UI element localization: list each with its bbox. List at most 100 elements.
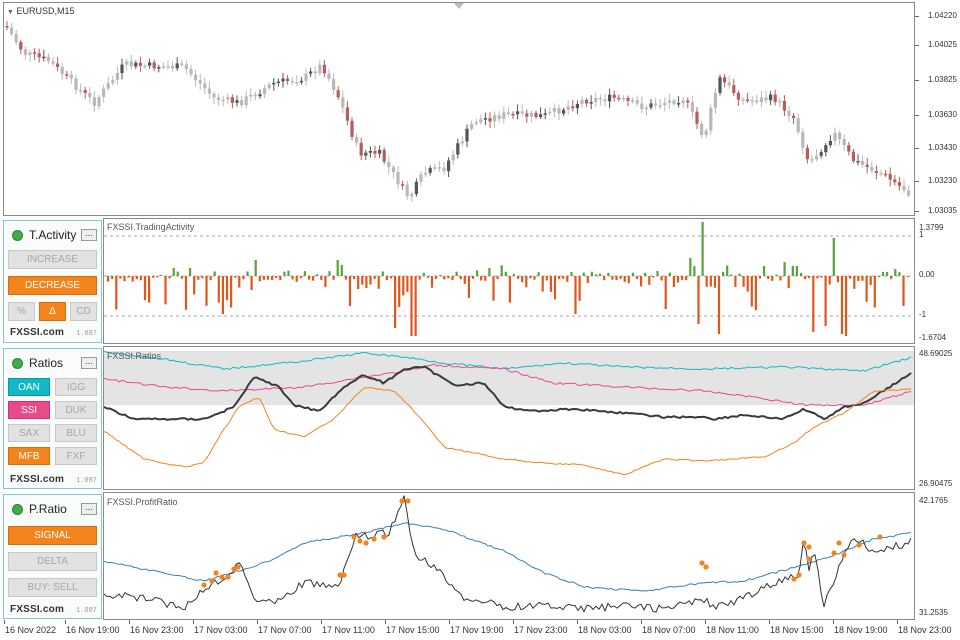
candle: [161, 62, 165, 70]
candle: [65, 71, 69, 79]
candle: [897, 176, 901, 191]
candle: [327, 68, 331, 82]
candle: [497, 111, 501, 123]
activity-bar: [435, 276, 438, 279]
ratios-lines: [104, 350, 914, 476]
activity-bar: [381, 271, 384, 276]
broker-button-igg[interactable]: IGG: [55, 378, 97, 396]
candle: [37, 48, 41, 63]
activity-bar: [549, 276, 552, 292]
time-tick: [833, 620, 834, 624]
scroll-marker-icon[interactable]: [454, 3, 464, 9]
time-tick: [193, 620, 194, 624]
activity-tick-label: -1: [919, 310, 927, 319]
broker-button-sax[interactable]: SAX: [8, 424, 50, 442]
broker-button-fxf[interactable]: FXF: [55, 447, 97, 465]
activity-bar: [312, 276, 315, 281]
time-tick-label: 18 Nov 15:00: [770, 625, 824, 635]
broker-button-mfb[interactable]: MFB: [8, 447, 50, 465]
decrease-button[interactable]: DECREASE: [8, 276, 97, 295]
candle: [451, 150, 455, 165]
broker-button-duk[interactable]: DUK: [55, 401, 97, 419]
activity-bar: [254, 260, 257, 276]
candle: [736, 90, 740, 106]
candle: [332, 73, 336, 95]
minimize-button[interactable]: ...: [81, 503, 97, 515]
activity-bar: [906, 276, 909, 278]
activity-bar: [709, 276, 712, 287]
activity-bar: [127, 276, 130, 278]
ratios-band: [104, 351, 914, 405]
signal-button[interactable]: SIGNAL: [8, 526, 97, 545]
percent-button[interactable]: %: [8, 302, 35, 321]
activity-bar: [644, 272, 647, 276]
activity-bar: [726, 265, 729, 276]
candle: [120, 58, 124, 80]
activity-bar: [664, 276, 667, 309]
signal-dot: [213, 570, 219, 576]
ratios-chart[interactable]: FXSSI.Ratios: [103, 346, 915, 490]
brand-label[interactable]: FXSSI.com: [10, 327, 64, 338]
activity-bar: [492, 276, 495, 301]
activity-bar: [262, 276, 265, 280]
candle: [28, 50, 32, 62]
candle: [571, 99, 575, 112]
activity-bar: [594, 274, 598, 276]
candle: [97, 94, 101, 110]
activity-bar: [758, 276, 762, 279]
candle: [102, 84, 106, 103]
delta-button[interactable]: Δ: [39, 302, 66, 321]
candle: [318, 59, 322, 76]
candle: [649, 98, 653, 110]
candle: [626, 95, 630, 107]
signal-dot: [806, 544, 812, 550]
activity-chart[interactable]: FXSSI.TradingActivity: [103, 218, 915, 344]
activity-bar: [230, 276, 233, 308]
activity-bar: [377, 276, 380, 289]
activity-bar: [836, 276, 839, 283]
buysell-button[interactable]: BUY: SELL: [8, 578, 97, 597]
activity-bar: [488, 268, 491, 276]
candle: [787, 106, 791, 122]
candle: [281, 72, 285, 88]
minimize-button[interactable]: ...: [81, 229, 97, 241]
candle: [198, 73, 202, 90]
activity-bar: [734, 276, 737, 287]
black-line: [104, 495, 912, 613]
time-tick-label: 18 Nov 03:00: [578, 625, 632, 635]
activity-bar: [275, 276, 278, 279]
pratio-chart[interactable]: FXSSI.ProfitRatio: [103, 492, 915, 620]
status-dot-icon[interactable]: [12, 503, 23, 515]
activity-bar: [857, 276, 860, 281]
activity-bar: [845, 276, 848, 336]
broker-button-blu[interactable]: BLU: [55, 424, 97, 442]
activity-panel-title: T.Activity: [12, 227, 76, 243]
candle: [203, 77, 207, 95]
candle: [479, 114, 483, 125]
candle: [644, 104, 648, 116]
candle: [419, 171, 423, 187]
cd-button[interactable]: CD: [70, 302, 97, 321]
candle: [382, 147, 386, 165]
candle: [364, 149, 368, 160]
broker-button-ssi[interactable]: SSI: [8, 401, 50, 419]
price-chart[interactable]: ▼ EURUSD,M15: [3, 2, 915, 216]
status-dot-icon[interactable]: [12, 357, 23, 369]
activity-bar: [430, 276, 434, 288]
increase-button[interactable]: INCREASE: [8, 250, 97, 269]
candle: [851, 148, 855, 164]
delta-button[interactable]: DELTA: [8, 552, 97, 571]
candle: [230, 94, 234, 109]
ratios-title-text: Ratios: [29, 356, 64, 370]
brand-label[interactable]: FXSSI.com: [10, 604, 64, 615]
dropdown-triangle-icon[interactable]: ▼: [7, 9, 14, 16]
status-dot-icon[interactable]: [12, 229, 23, 241]
brand-label[interactable]: FXSSI.com: [10, 474, 64, 485]
broker-button-oan[interactable]: OAN: [8, 378, 50, 396]
activity-bar: [590, 271, 593, 276]
minimize-button[interactable]: ...: [81, 357, 97, 369]
activity-bar: [332, 276, 335, 280]
activity-bar: [504, 271, 507, 276]
activity-bar: [451, 276, 454, 281]
activity-bar: [369, 276, 372, 285]
